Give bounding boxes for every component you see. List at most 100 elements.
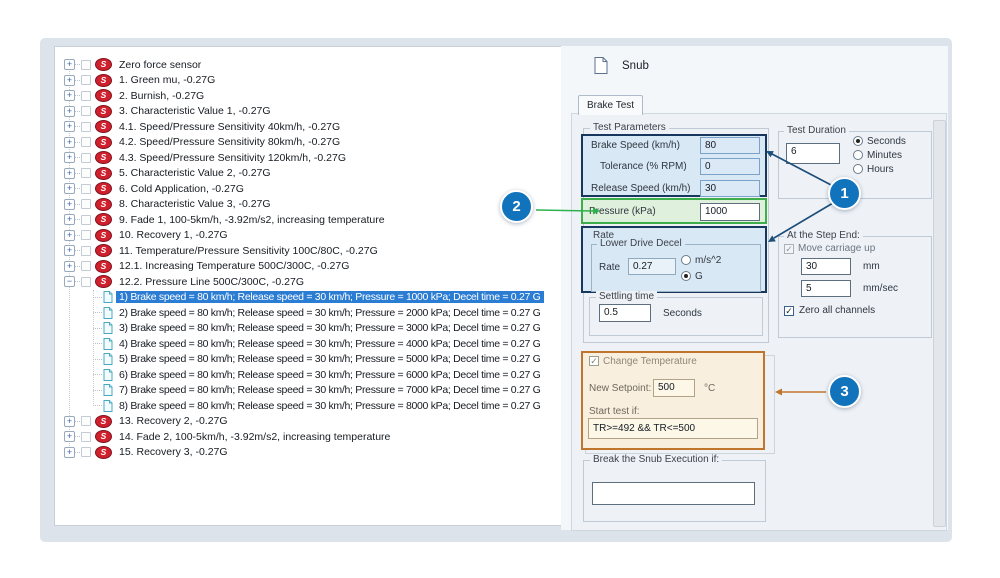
duration-seconds-radio[interactable] xyxy=(853,136,863,146)
tree-item-checkbox[interactable] xyxy=(81,199,91,209)
expand-toggle-icon[interactable]: + xyxy=(64,59,75,70)
change-temperature-checkbox[interactable]: ✓ xyxy=(589,356,599,366)
release-speed-field[interactable]: 30 xyxy=(700,180,760,197)
tree-item-checkbox[interactable] xyxy=(81,168,91,178)
tree-item-checkbox[interactable] xyxy=(81,246,91,256)
tree-step-item[interactable]: +S14. Fade 2, 100-5km/h, -3.92m/s2, incr… xyxy=(55,429,561,445)
tree-child-item[interactable]: 3) Brake speed = 80 km/h; Release speed … xyxy=(55,321,561,337)
tree-item-label[interactable]: 14. Fade 2, 100-5km/h, -3.92m/s2, increa… xyxy=(116,431,393,443)
expand-toggle-icon[interactable]: + xyxy=(64,199,75,210)
tree-item-label[interactable]: 1) Brake speed = 80 km/h; Release speed … xyxy=(116,291,544,303)
test-duration-field[interactable]: 6 xyxy=(786,143,840,164)
expand-toggle-icon[interactable]: + xyxy=(64,261,75,272)
expand-toggle-icon[interactable]: + xyxy=(64,75,75,86)
tree-item-label[interactable]: 6. Cold Application, -0.27G xyxy=(116,183,247,195)
tree-item-label[interactable]: 8. Characteristic Value 3, -0.27G xyxy=(116,198,274,210)
expand-toggle-icon[interactable]: + xyxy=(64,447,75,458)
tree-item-checkbox[interactable] xyxy=(81,91,91,101)
tree-item-checkbox[interactable] xyxy=(81,60,91,70)
tree-item-label[interactable]: 6) Brake speed = 80 km/h; Release speed … xyxy=(116,369,544,381)
expand-toggle-icon[interactable]: − xyxy=(64,276,75,287)
tree-step-item[interactable]: +S4.1. Speed/Pressure Sensitivity 40km/h… xyxy=(55,119,561,135)
tree-item-label[interactable]: 4.2. Speed/Pressure Sensitivity 80km/h, … xyxy=(116,136,343,148)
tree-item-label[interactable]: 13. Recovery 2, -0.27G xyxy=(116,415,231,427)
tree-step-item[interactable]: +S12.1. Increasing Temperature 500C/300C… xyxy=(55,259,561,275)
expand-toggle-icon[interactable]: + xyxy=(64,168,75,179)
duration-minutes-radio[interactable] xyxy=(853,150,863,160)
tree-step-item[interactable]: +S6. Cold Application, -0.27G xyxy=(55,181,561,197)
expand-toggle-icon[interactable]: + xyxy=(64,121,75,132)
tree-child-item[interactable]: 7) Brake speed = 80 km/h; Release speed … xyxy=(55,383,561,399)
expand-toggle-icon[interactable]: + xyxy=(64,416,75,427)
tree-item-checkbox[interactable] xyxy=(81,416,91,426)
tree-step-item[interactable]: +S4.2. Speed/Pressure Sensitivity 80km/h… xyxy=(55,135,561,151)
tree-item-label[interactable]: 2. Burnish, -0.27G xyxy=(116,90,207,102)
tree-step-item[interactable]: +S2. Burnish, -0.27G xyxy=(55,88,561,104)
tree-step-item[interactable]: +S3. Characteristic Value 1, -0.27G xyxy=(55,104,561,120)
break-execution-field[interactable] xyxy=(592,482,755,505)
tree-item-label[interactable]: 10. Recovery 1, -0.27G xyxy=(116,229,231,241)
brake-speed-field[interactable]: 80 xyxy=(700,137,760,154)
tree-item-label[interactable]: 12.1. Increasing Temperature 500C/300C, … xyxy=(116,260,352,272)
tree-item-checkbox[interactable] xyxy=(81,75,91,85)
tree-item-checkbox[interactable] xyxy=(81,153,91,163)
expand-toggle-icon[interactable]: + xyxy=(64,214,75,225)
expand-toggle-icon[interactable]: + xyxy=(64,245,75,256)
tree-item-label[interactable]: 1. Green mu, -0.27G xyxy=(116,74,218,86)
duration-hours-radio[interactable] xyxy=(853,164,863,174)
tree-item-checkbox[interactable] xyxy=(81,277,91,287)
tree-step-item[interactable]: −S12.2. Pressure Line 500C/300C, -0.27G xyxy=(55,274,561,290)
right-scroll-strip[interactable] xyxy=(933,120,946,527)
tree-item-checkbox[interactable] xyxy=(81,447,91,457)
pressure-field[interactable]: 1000 xyxy=(700,203,760,221)
tree-item-label[interactable]: 5. Characteristic Value 2, -0.27G xyxy=(116,167,274,179)
tree-child-item[interactable]: 5) Brake speed = 80 km/h; Release speed … xyxy=(55,352,561,368)
expand-toggle-icon[interactable]: + xyxy=(64,90,75,101)
tree-step-item[interactable]: +S1. Green mu, -0.27G xyxy=(55,73,561,89)
tree-step-item[interactable]: +SZero force sensor xyxy=(55,57,561,73)
tree-item-label[interactable]: 5) Brake speed = 80 km/h; Release speed … xyxy=(116,353,544,365)
rate-unit-ms2-radio[interactable] xyxy=(681,255,691,265)
expand-toggle-icon[interactable]: + xyxy=(64,137,75,148)
tree-step-item[interactable]: +S5. Characteristic Value 2, -0.27G xyxy=(55,166,561,182)
tree-item-label[interactable]: 4) Brake speed = 80 km/h; Release speed … xyxy=(116,338,544,350)
tree-step-item[interactable]: +S4.3. Speed/Pressure Sensitivity 120km/… xyxy=(55,150,561,166)
move-carriage-checkbox[interactable]: ✓ xyxy=(784,244,794,254)
new-setpoint-field[interactable]: 500 xyxy=(653,379,695,397)
tree-item-label[interactable]: 3. Characteristic Value 1, -0.27G xyxy=(116,105,274,117)
tree-item-checkbox[interactable] xyxy=(81,261,91,271)
tree-item-label[interactable]: Zero force sensor xyxy=(116,59,204,71)
rate-unit-g-radio[interactable] xyxy=(681,271,691,281)
tree-item-checkbox[interactable] xyxy=(81,137,91,147)
expand-toggle-icon[interactable]: + xyxy=(64,431,75,442)
expand-toggle-icon[interactable]: + xyxy=(64,152,75,163)
tree-item-label[interactable]: 7) Brake speed = 80 km/h; Release speed … xyxy=(116,384,544,396)
tree-item-checkbox[interactable] xyxy=(81,122,91,132)
expand-toggle-icon[interactable]: + xyxy=(64,183,75,194)
tree-item-label[interactable]: 4.1. Speed/Pressure Sensitivity 40km/h, … xyxy=(116,121,343,133)
tree-child-item[interactable]: 1) Brake speed = 80 km/h; Release speed … xyxy=(55,290,561,306)
tree-child-item[interactable]: 4) Brake speed = 80 km/h; Release speed … xyxy=(55,336,561,352)
tree-step-item[interactable]: +S9. Fade 1, 100-5km/h, -3.92m/s2, incre… xyxy=(55,212,561,228)
tree-item-checkbox[interactable] xyxy=(81,432,91,442)
tolerance-field[interactable]: 0 xyxy=(700,158,760,175)
tree-step-item[interactable]: +S11. Temperature/Pressure Sensitivity 1… xyxy=(55,243,561,259)
tree-item-checkbox[interactable] xyxy=(81,215,91,225)
tree-child-item[interactable]: 6) Brake speed = 80 km/h; Release speed … xyxy=(55,367,561,383)
tree-step-item[interactable]: +S15. Recovery 3, -0.27G xyxy=(55,445,561,461)
tree-item-label[interactable]: 9. Fade 1, 100-5km/h, -3.92m/s2, increas… xyxy=(116,214,388,226)
start-test-condition-field[interactable]: TR>=492 && TR<=500 xyxy=(588,418,758,439)
tree-item-label[interactable]: 15. Recovery 3, -0.27G xyxy=(116,446,231,458)
tree-item-checkbox[interactable] xyxy=(81,230,91,240)
tree-step-item[interactable]: +S13. Recovery 2, -0.27G xyxy=(55,414,561,430)
tree-item-checkbox[interactable] xyxy=(81,106,91,116)
tree-item-label[interactable]: 8) Brake speed = 80 km/h; Release speed … xyxy=(116,400,544,412)
tree-step-item[interactable]: +S8. Characteristic Value 3, -0.27G xyxy=(55,197,561,213)
tree-item-label[interactable]: 12.2. Pressure Line 500C/300C, -0.27G xyxy=(116,276,307,288)
tree-item-checkbox[interactable] xyxy=(81,184,91,194)
expand-toggle-icon[interactable]: + xyxy=(64,230,75,241)
carriage-speed-field[interactable]: 5 xyxy=(801,280,851,297)
tab-brake-test[interactable]: Brake Test xyxy=(578,95,643,115)
tree-child-item[interactable]: 2) Brake speed = 80 km/h; Release speed … xyxy=(55,305,561,321)
zero-channels-checkbox[interactable]: ✓ xyxy=(784,306,794,316)
